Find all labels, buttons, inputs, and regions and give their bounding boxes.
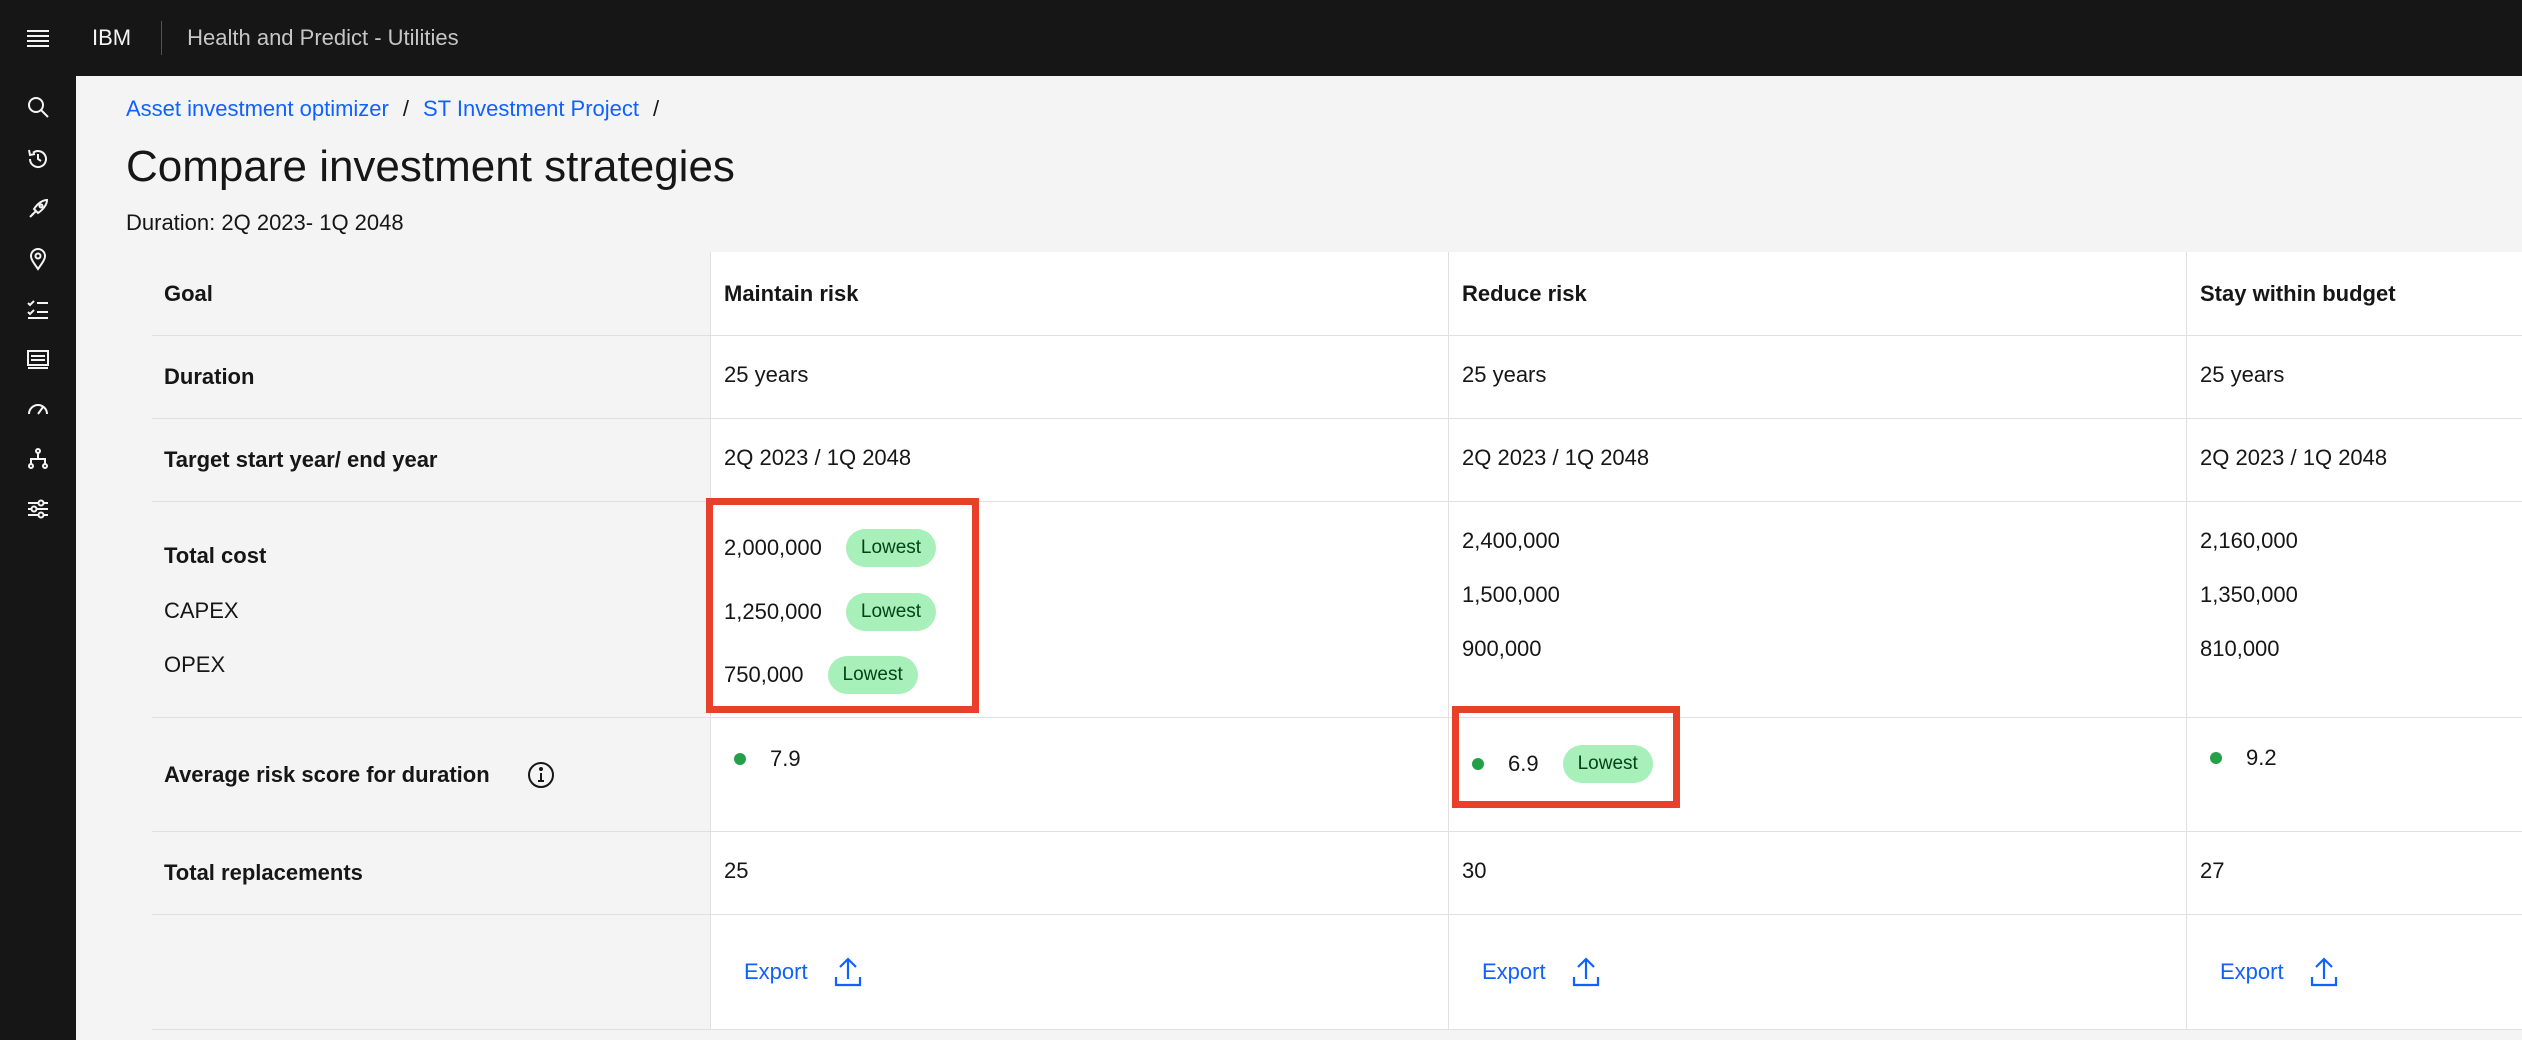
settings-adjust-icon[interactable]	[0, 484, 76, 534]
strategy-goal: Reduce risk	[1462, 281, 1587, 306]
replacements-value: 27	[2200, 858, 2225, 883]
brand-logo[interactable]: IBM	[76, 21, 163, 55]
row-divider	[152, 501, 2522, 502]
capex-value: 1,350,000	[2200, 582, 2298, 607]
export-button[interactable]: Export	[2220, 957, 2338, 987]
row-label-target: Target start year/ end year	[164, 447, 438, 472]
upload-icon	[2310, 957, 2337, 987]
strategy-duration: 25 years	[1462, 362, 1547, 387]
status-dot	[734, 753, 746, 765]
strategy-goal: Stay within budget	[2200, 281, 2396, 306]
gauge-icon[interactable]	[0, 384, 76, 434]
row-label-replacements: Total replacements	[164, 860, 363, 885]
app-name: Health and Predict - Utilities	[187, 25, 459, 50]
total-cost-value: 2,160,000	[2200, 528, 2298, 553]
row-label-goal: Goal	[164, 281, 213, 306]
breadcrumb-link-optimizer[interactable]: Asset investment optimizer	[126, 96, 389, 122]
dashboard-card-icon[interactable]	[0, 334, 76, 384]
rocket-icon[interactable]	[0, 184, 76, 234]
highlight-box-cost	[706, 498, 979, 713]
strategy-duration: 25 years	[2200, 362, 2285, 387]
opex-value: 810,000	[2200, 636, 2280, 661]
export-button[interactable]: Export	[744, 957, 862, 987]
row-label-opex: OPEX	[164, 652, 226, 677]
breadcrumb: Asset investment optimizer / ST Investme…	[126, 96, 659, 122]
recent-history-icon[interactable]	[0, 134, 76, 184]
row-label-duration: Duration	[164, 364, 255, 389]
upload-icon	[834, 957, 861, 987]
hierarchy-icon[interactable]	[0, 434, 76, 484]
row-divider	[152, 717, 2522, 718]
row-divider	[152, 335, 2522, 336]
breadcrumb-link-project[interactable]: ST Investment Project	[423, 96, 639, 122]
export-button[interactable]: Export	[1482, 957, 1600, 987]
top-header: IBM Health and Predict - Utilities	[0, 0, 2522, 76]
strategy-target: 2Q 2023 / 1Q 2048	[1462, 445, 1650, 470]
row-label-total-cost: Total cost	[164, 543, 267, 568]
risk-score-value: 7.9	[734, 746, 801, 772]
row-label-capex: CAPEX	[164, 598, 239, 623]
value: 7.9	[770, 746, 801, 771]
export-label: Export	[744, 959, 808, 984]
export-label: Export	[1482, 959, 1546, 984]
info-icon[interactable]	[527, 761, 555, 789]
row-divider	[152, 1029, 2522, 1030]
replacements-value: 25	[724, 858, 749, 883]
total-cost-value: 2,400,000	[1462, 528, 1560, 553]
breadcrumb-separator: /	[653, 96, 660, 121]
capex-value: 1,500,000	[1462, 582, 1560, 607]
value: 9.2	[2246, 745, 2277, 770]
export-label: Export	[2220, 959, 2284, 984]
strategy-goal: Maintain risk	[724, 281, 859, 306]
opex-value: 900,000	[1462, 636, 1542, 661]
menu-icon[interactable]	[0, 0, 76, 76]
duration-summary: Duration: 2Q 2023- 1Q 2048	[126, 210, 404, 235]
status-dot	[2210, 752, 2222, 764]
risk-score-value: 9.2	[2210, 745, 2277, 771]
strategy-duration: 25 years	[724, 362, 809, 387]
side-nav	[0, 76, 76, 1040]
strategy-target: 2Q 2023 / 1Q 2048	[2200, 445, 2388, 470]
breadcrumb-separator: /	[402, 96, 409, 121]
row-label-risk: Average risk score for duration	[164, 762, 490, 787]
row-divider	[152, 831, 2522, 832]
row-divider	[152, 914, 2522, 915]
page-title: Compare investment strategies	[126, 142, 735, 191]
highlight-box-risk	[1452, 706, 1680, 808]
search-icon[interactable]	[0, 82, 76, 132]
strategy-target: 2Q 2023 / 1Q 2048	[724, 445, 912, 470]
location-pin-icon[interactable]	[0, 234, 76, 284]
row-divider	[152, 418, 2522, 419]
upload-icon	[1572, 957, 1599, 987]
replacements-value: 30	[1462, 858, 1487, 883]
checklist-icon[interactable]	[0, 284, 76, 334]
